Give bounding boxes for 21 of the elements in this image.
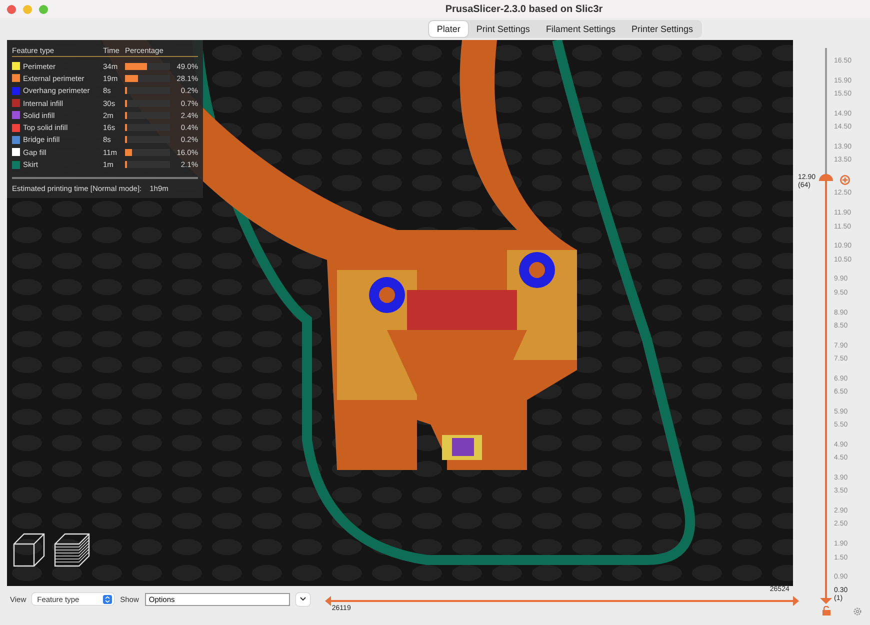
unlock-icon[interactable] [822, 606, 831, 616]
add-color-change-icon[interactable] [840, 175, 850, 185]
tab[interactable]: Filament Settings [538, 21, 624, 37]
chevron-down-icon [300, 597, 306, 601]
layer-slider[interactable] [820, 48, 832, 604]
window-title: PrusaSlicer-2.3.0 based on Slic3r [444, 4, 604, 14]
upper-thumb[interactable] [819, 174, 833, 181]
tab[interactable]: Print Settings [468, 21, 538, 37]
stepper-icon [103, 594, 112, 604]
layers-icon [53, 532, 91, 568]
settings-icon[interactable] [853, 607, 862, 616]
close-button[interactable] [7, 4, 16, 14]
minimize-button[interactable] [23, 4, 32, 14]
upper-move-thumb[interactable] [792, 596, 799, 606]
view-cube-icon [12, 532, 46, 568]
lower-thumb[interactable] [820, 598, 832, 604]
lower-move-thumb[interactable] [324, 596, 331, 606]
tab[interactable]: Printer Settings [623, 21, 701, 37]
tab[interactable]: Plater [428, 21, 468, 37]
dropdown-button[interactable] [296, 592, 310, 606]
zoom-button[interactable] [39, 4, 48, 14]
